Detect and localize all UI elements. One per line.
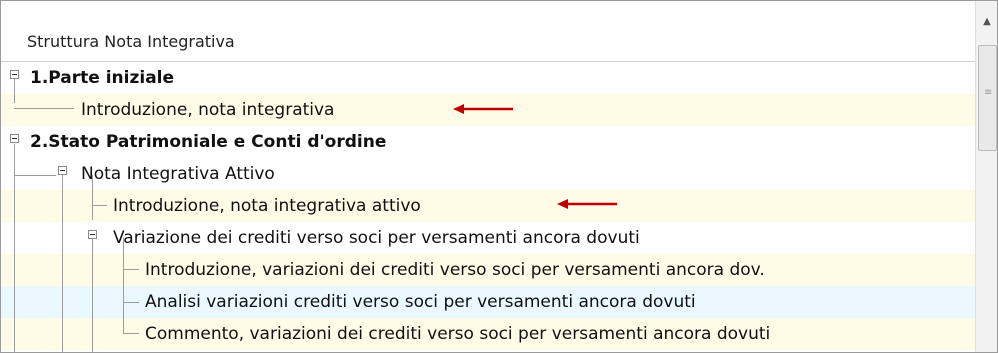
tree-node-analisi-variazioni[interactable]: Analisi variazioni crediti verso soci pe… — [1, 286, 975, 318]
tree-node-label: Commento, variazioni dei crediti verso s… — [145, 324, 771, 344]
tree-connector-line — [123, 238, 124, 334]
tree-connector-line — [14, 108, 74, 109]
tree-view[interactable]: 1.Parte iniziale Introduzione, nota inte… — [1, 62, 975, 352]
collapse-toggle-icon[interactable] — [10, 134, 19, 143]
tree-node-label: Introduzione, nota integrativa attivo — [113, 196, 421, 216]
tree-node-label: Analisi variazioni crediti verso soci pe… — [145, 292, 696, 312]
tree-connector-line — [14, 175, 56, 176]
tree-node-stato-patrimoniale[interactable]: 2.Stato Patrimoniale e Conti d'ordine — [1, 126, 975, 158]
tree-connector-line — [123, 333, 139, 334]
grip-icon: ≡ — [984, 87, 993, 98]
red-arrow-icon — [557, 199, 617, 209]
tree-node-nota-integrativa-attivo[interactable]: Nota Integrativa Attivo — [1, 158, 975, 190]
tree-connector-line — [123, 269, 139, 270]
tree-connector-line — [92, 205, 107, 206]
tree-connector-line — [62, 175, 63, 352]
tree-node-label: 2.Stato Patrimoniale e Conti d'ordine — [30, 132, 387, 152]
panel-header: Struttura Nota Integrativa — [1, 1, 975, 61]
tree-node-introduzione-nota-integrativa[interactable]: Introduzione, nota integrativa — [1, 94, 975, 126]
panel-title: Struttura Nota Integrativa — [27, 32, 235, 51]
tree-node-label: Nota Integrativa Attivo — [81, 164, 275, 184]
tree-node-introduzione-variazioni[interactable]: Introduzione, variazioni dei crediti ver… — [1, 254, 975, 286]
tree-node-label: Introduzione, nota integrativa — [81, 100, 335, 120]
tree-connector-line — [14, 79, 15, 103]
tree-node-label: 1.Parte iniziale — [30, 68, 175, 88]
tree-connector-line — [92, 238, 93, 352]
tree-node-introduzione-attivo[interactable]: Introduzione, nota integrativa attivo — [1, 190, 975, 222]
collapse-toggle-icon[interactable] — [58, 166, 67, 175]
tree-connector-line — [123, 302, 139, 303]
red-arrow-icon — [453, 104, 513, 114]
tree-node-label: Introduzione, variazioni dei crediti ver… — [145, 260, 765, 280]
tree-node-parte-iniziale[interactable]: 1.Parte iniziale — [1, 62, 975, 94]
tree-panel: Struttura Nota Integrativa 1.Parte inizi… — [0, 0, 998, 353]
tree-connector-line — [92, 175, 93, 220]
scrollbar-thumb[interactable]: ≡ — [978, 45, 997, 151]
tree-node-variazione-crediti[interactable]: Variazione dei crediti verso soci per ve… — [1, 222, 975, 254]
tree-node-commento-variazioni[interactable]: Commento, variazioni dei crediti verso s… — [1, 318, 975, 350]
vertical-scrollbar[interactable]: ▲ ≡ — [975, 1, 997, 352]
tree-node-label: Variazione dei crediti verso soci per ve… — [113, 228, 640, 248]
scroll-up-arrow-icon[interactable]: ▲ — [976, 1, 997, 41]
collapse-toggle-icon[interactable] — [10, 70, 19, 79]
